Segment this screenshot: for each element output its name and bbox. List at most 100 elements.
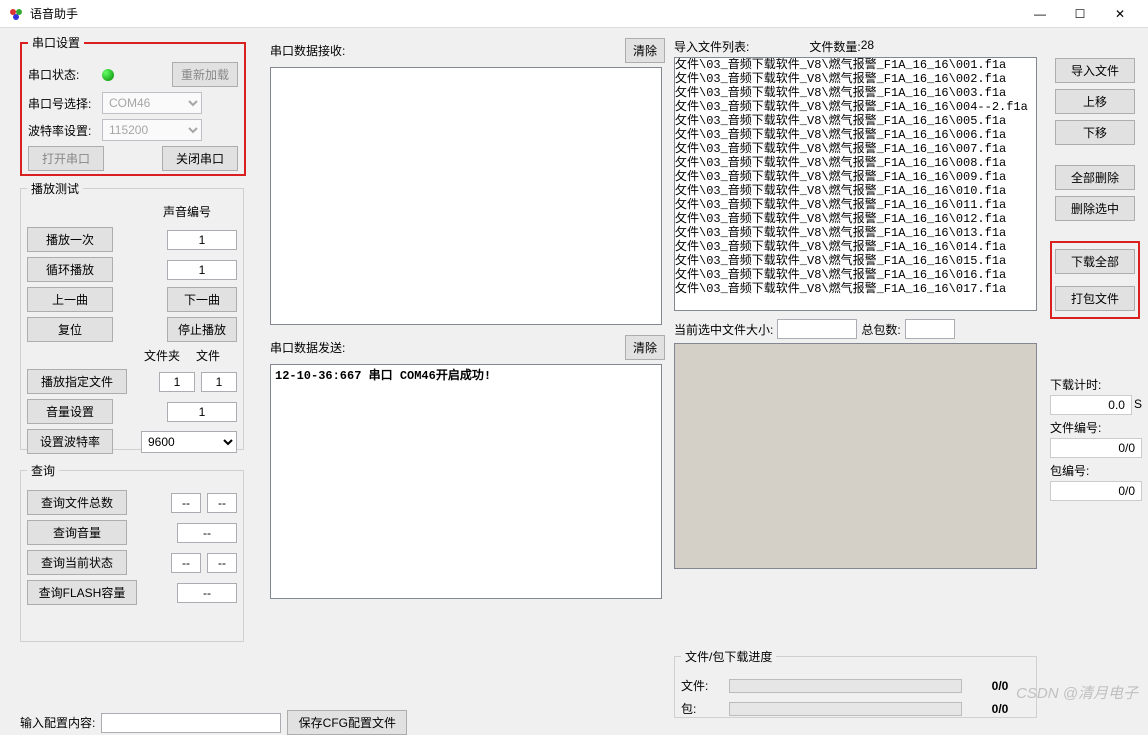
reload-button[interactable]: 重新加载	[172, 62, 238, 87]
pkt-progress-label: 包:	[681, 700, 721, 717]
total-files-val1	[171, 493, 201, 513]
baud-select[interactable]: 115200	[102, 119, 202, 141]
file-progress-value: 0/0	[970, 679, 1030, 693]
pkt-no-value: 0/0	[1050, 481, 1142, 501]
cfg-label: 输入配置内容:	[20, 714, 95, 731]
file-list-item[interactable]: 攵件\03_音频下载软件_V8\燃气报警_F1A_16_16\007.f1a	[675, 142, 1036, 156]
move-up-button[interactable]: 上移	[1055, 89, 1135, 114]
preview-area[interactable]	[674, 343, 1037, 569]
file-list-item[interactable]: 攵件\03_音频下载软件_V8\燃气报警_F1A_16_16\010.f1a	[675, 184, 1036, 198]
query-volume-button[interactable]: 查询音量	[27, 520, 127, 545]
file-list-item[interactable]: 攵件\03_音频下载软件_V8\燃气报警_F1A_16_16\012.f1a	[675, 212, 1036, 226]
state-val2	[207, 553, 237, 573]
play-specified-button[interactable]: 播放指定文件	[27, 369, 127, 394]
serial-legend: 串口设置	[28, 34, 84, 51]
query-legend: 查询	[27, 462, 59, 479]
file-header: 文件	[185, 347, 231, 364]
file-list-item[interactable]: 攵件\03_音频下载软件_V8\燃气报警_F1A_16_16\017.f1a	[675, 282, 1036, 296]
query-group: 查询 查询文件总数 查询音量 查询当前状态 查询FLASH容量	[20, 462, 244, 642]
state-val1	[171, 553, 201, 573]
file-list-item[interactable]: 攵件\03_音频下载软件_V8\燃气报警_F1A_16_16\001.f1a	[675, 58, 1036, 72]
set-baud-button[interactable]: 设置波特率	[27, 429, 113, 454]
query-total-files-button[interactable]: 查询文件总数	[27, 490, 127, 515]
file-list-item[interactable]: 攵件\03_音频下载软件_V8\燃气报警_F1A_16_16\008.f1a	[675, 156, 1036, 170]
file-input[interactable]	[201, 372, 237, 392]
file-list-item[interactable]: 攵件\03_音频下载软件_V8\燃气报警_F1A_16_16\004--2.f1…	[675, 100, 1036, 114]
serial-status-label: 串口状态:	[28, 66, 96, 83]
file-list-item[interactable]: 攵件\03_音频下载软件_V8\燃气报警_F1A_16_16\006.f1a	[675, 128, 1036, 142]
download-all-button[interactable]: 下载全部	[1055, 249, 1135, 274]
close-serial-button[interactable]: 关闭串口	[162, 146, 238, 171]
open-serial-button[interactable]: 打开串口	[28, 146, 104, 171]
move-down-button[interactable]: 下移	[1055, 120, 1135, 145]
query-flash-button[interactable]: 查询FLASH容量	[27, 580, 137, 605]
loop-play-button[interactable]: 循环播放	[27, 257, 113, 282]
reset-button[interactable]: 复位	[27, 317, 113, 342]
play-test-group: 播放测试 声音编号 播放一次 循环播放 上一曲 下一曲 复位	[20, 180, 244, 450]
recv-label: 串口数据接收:	[270, 42, 625, 59]
folder-input[interactable]	[159, 372, 195, 392]
volume-input[interactable]	[167, 402, 237, 422]
baud-label: 波特率设置:	[28, 122, 96, 139]
file-no-value: 0/0	[1050, 438, 1142, 458]
sound-no-input-1[interactable]	[167, 230, 237, 250]
app-icon	[8, 6, 24, 22]
file-list[interactable]: 攵件\03_音频下载软件_V8\燃气报警_F1A_16_16\001.f1a攵件…	[674, 57, 1037, 311]
close-button[interactable]: ✕	[1100, 0, 1140, 28]
sound-no-input-2[interactable]	[167, 260, 237, 280]
filecount-label: 文件数量:	[809, 38, 860, 55]
send-textbox[interactable]: 12-10-36:667 串口 COM46开启成功!	[270, 364, 662, 599]
query-state-button[interactable]: 查询当前状态	[27, 550, 127, 575]
app-title: 语音助手	[30, 5, 78, 22]
total-pkt-value	[905, 319, 955, 339]
prev-track-button[interactable]: 上一曲	[27, 287, 113, 312]
stop-play-button[interactable]: 停止播放	[167, 317, 237, 342]
file-list-item[interactable]: 攵件\03_音频下载软件_V8\燃气报警_F1A_16_16\005.f1a	[675, 114, 1036, 128]
total-files-val2	[207, 493, 237, 513]
status-dot-icon	[102, 69, 114, 81]
file-list-item[interactable]: 攵件\03_音频下载软件_V8\燃气报警_F1A_16_16\013.f1a	[675, 226, 1036, 240]
filelist-label: 导入文件列表:	[674, 38, 749, 55]
next-track-button[interactable]: 下一曲	[167, 287, 237, 312]
maximize-button[interactable]: ☐	[1060, 0, 1100, 28]
folder-header: 文件夹	[139, 347, 185, 364]
pack-files-button[interactable]: 打包文件	[1055, 286, 1135, 311]
recv-clear-button[interactable]: 清除	[625, 38, 665, 63]
play-legend: 播放测试	[27, 180, 83, 197]
file-list-item[interactable]: 攵件\03_音频下载软件_V8\燃气报警_F1A_16_16\011.f1a	[675, 198, 1036, 212]
recv-textbox[interactable]	[270, 67, 662, 325]
delete-selected-button[interactable]: 删除选中	[1055, 196, 1135, 221]
file-list-item[interactable]: 攵件\03_音频下载软件_V8\燃气报警_F1A_16_16\015.f1a	[675, 254, 1036, 268]
filecount-value: 28	[861, 38, 874, 55]
volume-val	[177, 523, 237, 543]
titlebar: 语音助手 — ☐ ✕	[0, 0, 1148, 28]
port-select[interactable]: COM46	[102, 92, 202, 114]
file-progress-bar	[729, 679, 962, 693]
save-cfg-button[interactable]: 保存CFG配置文件	[287, 710, 407, 735]
dl-time-unit: S	[1134, 397, 1142, 411]
play-once-button[interactable]: 播放一次	[27, 227, 113, 252]
file-progress-label: 文件:	[681, 677, 721, 694]
file-list-item[interactable]: 攵件\03_音频下载软件_V8\燃气报警_F1A_16_16\002.f1a	[675, 72, 1036, 86]
send-clear-button[interactable]: 清除	[625, 335, 665, 360]
file-no-label: 文件编号:	[1050, 419, 1142, 436]
file-list-item[interactable]: 攵件\03_音频下载软件_V8\燃气报警_F1A_16_16\003.f1a	[675, 86, 1036, 100]
minimize-button[interactable]: —	[1020, 0, 1060, 28]
stats-panel: 下载计时: 0.0 S 文件编号: 0/0 包编号: 0/0	[1050, 372, 1142, 501]
progress-group: 文件/包下载进度 文件: 0/0 包: 0/0	[674, 648, 1037, 718]
sound-no-label: 声音编号	[137, 203, 237, 220]
pkt-progress-value: 0/0	[970, 702, 1030, 716]
baud-rate-select[interactable]: 9600	[141, 431, 237, 453]
progress-legend: 文件/包下载进度	[681, 648, 776, 665]
dl-time-label: 下载计时:	[1050, 376, 1142, 393]
delete-all-button[interactable]: 全部删除	[1055, 165, 1135, 190]
file-list-item[interactable]: 攵件\03_音频下载软件_V8\燃气报警_F1A_16_16\014.f1a	[675, 240, 1036, 254]
cfg-input[interactable]	[101, 713, 281, 733]
volume-set-button[interactable]: 音量设置	[27, 399, 113, 424]
serial-settings-group: 串口设置 串口状态: 重新加载 串口号选择: COM46 波特率设置: 1152…	[20, 34, 246, 176]
file-list-item[interactable]: 攵件\03_音频下载软件_V8\燃气报警_F1A_16_16\016.f1a	[675, 268, 1036, 282]
cur-size-label: 当前选中文件大小:	[674, 321, 773, 338]
import-button[interactable]: 导入文件	[1055, 58, 1135, 83]
file-list-item[interactable]: 攵件\03_音频下载软件_V8\燃气报警_F1A_16_16\009.f1a	[675, 170, 1036, 184]
pkt-no-label: 包编号:	[1050, 462, 1142, 479]
